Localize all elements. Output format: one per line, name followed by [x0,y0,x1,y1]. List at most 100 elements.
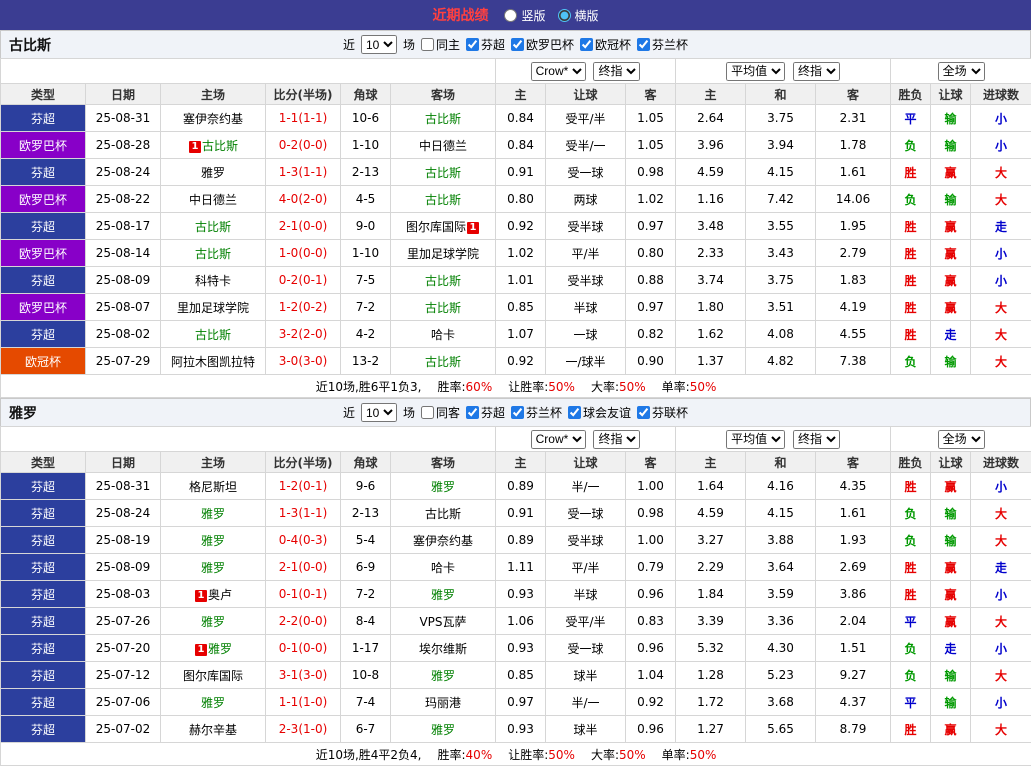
team-label: 里加足球学院 [177,301,249,315]
league-checkbox[interactable] [466,406,479,419]
league-filter[interactable]: 芬兰杯 [637,36,688,53]
result-goals: 大 [971,527,1031,554]
handicap-index-select[interactable]: 终指 [593,62,640,81]
handicap-index-select[interactable]: 终指 [593,430,640,449]
score-cell: 4-0(2-0) [266,186,341,213]
league-label: 芬联杯 [652,404,688,421]
score-cell: 0-1(0-0) [266,635,341,662]
league-cell: 芬超 [1,527,86,554]
match-count-select[interactable]: 10 [361,35,397,54]
league-filter[interactable]: 芬超 [466,404,505,421]
league-cell: 芬超 [1,716,86,743]
league-checkbox[interactable] [568,406,581,419]
average-index-select[interactable]: 终指 [793,62,840,81]
handicap-line: 受半/一 [546,132,626,159]
league-cell: 芬超 [1,500,86,527]
team-name: 雅罗 [9,403,37,423]
handicap-away-odds: 0.98 [626,159,676,186]
avg-draw-odds: 4.15 [746,500,816,527]
team-section: 雅罗 近 10 场 同客 芬超芬兰杯球会友谊芬联杯 [0,398,1031,766]
layout-option-vertical[interactable]: 竖版 [504,7,545,24]
league-checkbox[interactable] [466,38,479,51]
avg-away-odds: 2.79 [816,240,891,267]
handicap-home-odds: 0.85 [496,294,546,321]
handicap-home-odds: 0.92 [496,213,546,240]
fulltime-select[interactable]: 全场 [938,62,985,81]
result-handicap: 赢 [931,716,971,743]
summary-stat-value: 60% [466,380,493,394]
same-venue-filter[interactable]: 同客 [421,404,460,421]
corners-cell: 7-2 [341,294,391,321]
team-label: 玛丽港 [425,696,461,710]
league-filter[interactable]: 芬兰杯 [511,404,562,421]
red-card-badge: 1 [467,222,479,234]
date-cell: 25-08-09 [86,267,161,294]
average-select[interactable]: 平均值 [726,430,785,449]
league-checkbox[interactable] [637,38,650,51]
summary-stat-value: 50% [619,748,646,762]
date-cell: 25-08-17 [86,213,161,240]
date-cell: 25-07-06 [86,689,161,716]
league-cell: 芬超 [1,321,86,348]
league-cell: 芬超 [1,581,86,608]
handicap-away-odds: 0.80 [626,240,676,267]
result-goals: 大 [971,716,1031,743]
same-venue-filter[interactable]: 同主 [421,36,460,53]
vertical-layout-radio[interactable] [504,9,517,22]
league-filter[interactable]: 芬联杯 [637,404,688,421]
header-spacer [1,427,496,452]
same-venue-checkbox[interactable] [421,38,434,51]
match-row: 芬超25-08-09雅罗2-1(0-0)6-9哈卡1.11平/半0.792.29… [1,554,1031,581]
score-cell: 3-1(3-0) [266,662,341,689]
league-checkbox[interactable] [511,38,524,51]
handicap-home-odds: 0.93 [496,581,546,608]
match-row: 芬超25-08-31格尼斯坦1-2(0-1)9-6雅罗0.89半/一1.001.… [1,473,1031,500]
date-cell: 25-08-24 [86,159,161,186]
same-venue-checkbox[interactable] [421,406,434,419]
team-label: 雅罗 [431,588,455,602]
result-goals: 走 [971,554,1031,581]
avg-home-odds: 1.84 [676,581,746,608]
filter-bar: 近 10 场 同主 芬超欧罗巴杯欧冠杯芬兰杯 [343,35,688,54]
corners-cell: 9-0 [341,213,391,240]
average-select[interactable]: 平均值 [726,62,785,81]
match-row: 芬超25-07-26雅罗2-2(0-0)8-4VPS瓦萨1.06受平/半0.83… [1,608,1031,635]
handicap-home-odds: 0.85 [496,662,546,689]
avg-away-odds: 2.04 [816,608,891,635]
bookmaker-select[interactable]: Crow* [531,430,586,449]
col-outcome: 胜负 [891,452,931,473]
avg-away-odds: 2.31 [816,105,891,132]
handicap-line: 半/一 [546,473,626,500]
league-filter[interactable]: 球会友谊 [568,404,631,421]
col-ah-away: 客 [626,452,676,473]
league-cell: 欧罗巴杯 [1,294,86,321]
fulltime-select[interactable]: 全场 [938,430,985,449]
summary-stat-value: 50% [619,380,646,394]
league-checkbox[interactable] [580,38,593,51]
col-ah-result: 让球 [931,452,971,473]
bookmaker-select[interactable]: Crow* [531,62,586,81]
result-outcome: 胜 [891,554,931,581]
league-checkbox[interactable] [511,406,524,419]
avg-draw-odds: 7.42 [746,186,816,213]
layout-option-horizontal[interactable]: 横版 [558,7,599,24]
summary-stat-value: 50% [548,748,575,762]
league-cell: 芬超 [1,159,86,186]
horizontal-layout-radio[interactable] [558,9,571,22]
result-handicap: 输 [931,186,971,213]
league-filter[interactable]: 欧冠杯 [580,36,631,53]
average-index-select[interactable]: 终指 [793,430,840,449]
home-team-cell: 雅罗 [161,554,266,581]
league-filter[interactable]: 欧罗巴杯 [511,36,574,53]
date-cell: 25-07-02 [86,716,161,743]
team-label: 哈卡 [431,561,455,575]
league-checkbox[interactable] [637,406,650,419]
summary-stats: 胜率:40%让胜率:50%大率:50%单率:50% [422,748,717,762]
league-filter[interactable]: 芬超 [466,36,505,53]
avg-draw-odds: 4.30 [746,635,816,662]
team-label: 中日德兰 [189,193,237,207]
match-count-select[interactable]: 10 [361,403,397,422]
result-handicap: 走 [931,321,971,348]
result-handicap: 输 [931,348,971,375]
score-cell: 1-3(1-1) [266,159,341,186]
